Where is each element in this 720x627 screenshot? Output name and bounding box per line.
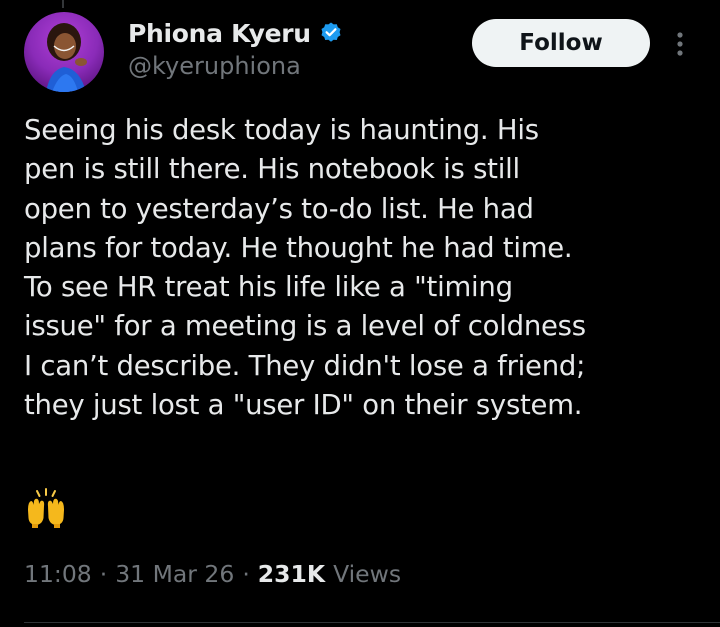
raising-hands-emoji: [24, 488, 68, 528]
raising-hands-icon: [28, 488, 64, 528]
author-name[interactable]: Phiona Kyeru: [128, 19, 311, 48]
follow-button[interactable]: Follow: [472, 19, 650, 67]
post-text-line: I can’t describe. They didn't lose a fri…: [24, 349, 586, 382]
more-options-button[interactable]: [664, 26, 696, 62]
post-text-line: open to yesterday’s to-do list. He had: [24, 192, 534, 225]
avatar-image: [24, 12, 104, 92]
verified-badge-icon[interactable]: [319, 21, 343, 45]
divider: [24, 622, 720, 623]
post-text-line: issue" for a meeting is a level of coldn…: [24, 310, 586, 343]
more-vertical-icon: [677, 32, 683, 56]
post-metadata: 11:08 · 31 Mar 26 · 231K Views: [24, 560, 401, 588]
post-time[interactable]: 11:08: [24, 560, 92, 588]
avatar[interactable]: [24, 12, 104, 92]
meta-separator: ·: [242, 560, 250, 588]
meta-separator: ·: [99, 560, 108, 588]
post-text: Seeing his desk today is haunting. His p…: [24, 111, 714, 425]
post-date[interactable]: 31 Mar 26: [115, 560, 234, 588]
views-count[interactable]: 231K: [258, 560, 325, 588]
post-text-line: they just lost a "user ID" on their syst…: [24, 389, 583, 422]
author-name-row[interactable]: Phiona Kyeru: [128, 14, 343, 52]
post-text-line: pen is still there. His notebook is stil…: [24, 153, 520, 186]
views-label[interactable]: Views: [333, 560, 401, 588]
thread-connector-line: [62, 0, 64, 8]
post-text-line: To see HR treat his life like a "timing: [24, 271, 513, 304]
post-text-line: plans for today. He thought he had time.: [24, 231, 573, 264]
author-handle[interactable]: @kyeruphiona: [128, 52, 301, 80]
post-detail: Phiona Kyeru @kyeruphiona Follow Seeing …: [0, 0, 720, 627]
post-text-line: Seeing his desk today is haunting. His: [24, 114, 539, 146]
